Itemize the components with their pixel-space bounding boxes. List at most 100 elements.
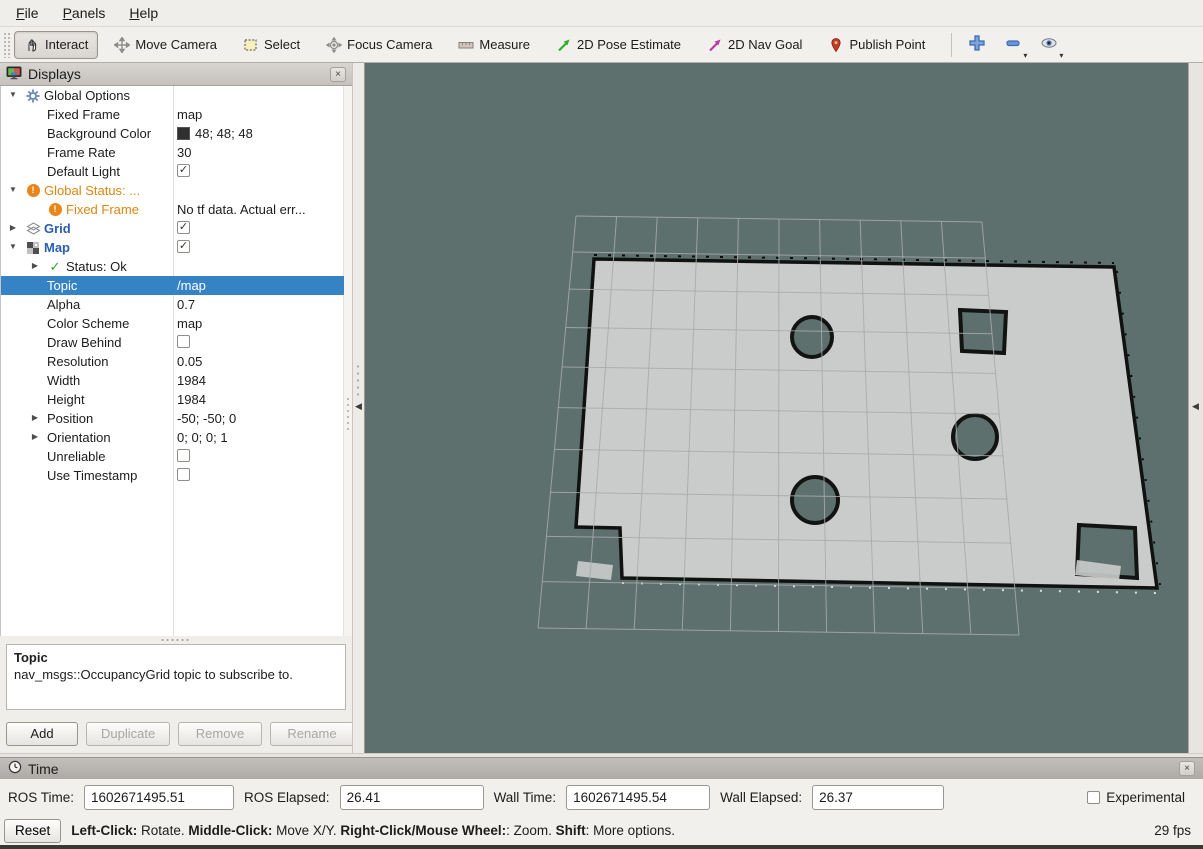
checkbox[interactable] (177, 335, 190, 348)
display-row-topic[interactable]: Topic/map (1, 276, 344, 295)
expand-arrow-icon[interactable]: ▶ (29, 261, 41, 270)
collapse-arrow-icon[interactable]: ▼ (7, 90, 19, 99)
nav-goal-arrow-icon (707, 37, 723, 53)
collapse-left-arrow-icon[interactable]: ◀ (355, 401, 362, 412)
zoom-in-button[interactable] (962, 31, 992, 59)
measure-tool-button[interactable]: Measure (448, 31, 540, 59)
property-value[interactable]: 0.05 (177, 354, 202, 369)
expand-arrow-icon[interactable]: ▶ (29, 432, 41, 441)
menu-bar: File Panels Help (0, 0, 1203, 26)
rviz-window: File Panels Help Interact Move Camera Se… (0, 0, 1203, 849)
property-value[interactable] (177, 468, 190, 481)
clock-icon (8, 760, 22, 777)
move-camera-tool-button[interactable]: Move Camera (104, 31, 227, 59)
zoom-out-button[interactable]: ▾ (998, 31, 1028, 59)
render-viewport[interactable] (365, 63, 1188, 753)
expand-arrow-icon[interactable]: ▶ (7, 223, 19, 232)
checkbox[interactable] (177, 468, 190, 481)
3d-scene-canvas[interactable] (365, 63, 1188, 753)
display-row-fixed-frame[interactable]: Fixed Framemap (1, 105, 344, 124)
display-row-frame-rate[interactable]: Frame Rate30 (1, 143, 344, 162)
interact-tool-button[interactable]: Interact (14, 31, 98, 59)
property-value[interactable]: No tf data. Actual err... (177, 202, 306, 217)
property-value[interactable]: 48; 48; 48 (177, 126, 253, 141)
rename-display-button[interactable]: Rename (270, 722, 354, 746)
visibility-button[interactable]: ▾ (1034, 31, 1064, 59)
display-row-color-scheme[interactable]: Color Schememap (1, 314, 344, 333)
property-description-box: Topic nav_msgs::OccupancyGrid topic to s… (6, 644, 346, 710)
property-value[interactable]: ✓ (177, 164, 190, 177)
pose-estimate-tool-button[interactable]: 2D Pose Estimate (546, 31, 691, 59)
publish-point-tool-button[interactable]: Publish Point (818, 31, 935, 59)
display-row-unreliable[interactable]: Unreliable (1, 447, 344, 466)
display-row-position[interactable]: ▶Position-50; -50; 0 (1, 409, 344, 428)
tool-label: Move Camera (135, 37, 217, 52)
checkbox[interactable]: ✓ (177, 164, 190, 177)
remove-display-button[interactable]: Remove (178, 722, 262, 746)
menu-panels[interactable]: Panels (51, 2, 118, 24)
display-row-grid[interactable]: ▶Grid✓ (1, 219, 344, 238)
wall-time-input[interactable] (566, 785, 710, 810)
property-value[interactable]: 1984 (177, 392, 206, 407)
display-row-status-ok[interactable]: ▶✓Status: Ok (1, 257, 344, 276)
property-name: Status: Ok (66, 259, 127, 274)
select-tool-button[interactable]: Select (233, 31, 310, 59)
menu-file[interactable]: File (4, 2, 51, 24)
property-value[interactable]: map (177, 107, 202, 122)
display-row-global-options[interactable]: ▼Global Options (1, 86, 344, 105)
tree-scrollbar[interactable] (343, 86, 352, 636)
display-row-background-color[interactable]: Background Color48; 48; 48 (1, 124, 344, 143)
panel-horizontal-splitter[interactable] (0, 636, 352, 644)
reset-button[interactable]: Reset (4, 819, 61, 843)
property-value[interactable]: 30 (177, 145, 191, 160)
display-row-alpha[interactable]: Alpha0.7 (1, 295, 344, 314)
displays-panel-titlebar[interactable]: Displays × (0, 63, 352, 86)
collapse-arrow-icon[interactable]: ▼ (7, 185, 19, 194)
toolbar-drag-handle[interactable] (3, 32, 11, 58)
property-value[interactable]: ✓ (177, 240, 190, 253)
property-value[interactable]: /map (177, 278, 206, 293)
display-row-orientation[interactable]: ▶Orientation0; 0; 0; 1 (1, 428, 344, 447)
collapse-arrow-icon[interactable]: ▼ (7, 242, 19, 251)
ros-elapsed-input[interactable] (340, 785, 484, 810)
time-panel-titlebar[interactable]: Time × (0, 757, 1203, 779)
property-value[interactable]: 0.7 (177, 297, 195, 312)
expand-arrow-icon[interactable]: ▶ (29, 413, 41, 422)
nav-goal-tool-button[interactable]: 2D Nav Goal (697, 31, 812, 59)
checkbox[interactable]: ✓ (177, 221, 190, 234)
display-row-default-light[interactable]: Default Light✓ (1, 162, 344, 181)
close-icon[interactable]: × (330, 67, 346, 82)
property-value[interactable] (177, 335, 190, 348)
gear-icon (25, 88, 41, 103)
wall-elapsed-input[interactable] (812, 785, 944, 810)
display-row-fixed-frame[interactable]: !Fixed FrameNo tf data. Actual err... (1, 200, 344, 219)
experimental-checkbox[interactable] (1087, 791, 1100, 804)
focus-camera-tool-button[interactable]: Focus Camera (316, 31, 442, 59)
left-panel-splitter[interactable]: ◀ (352, 63, 365, 753)
right-panel-splitter[interactable]: ◀ (1188, 63, 1203, 753)
display-row-width[interactable]: Width1984 (1, 371, 344, 390)
property-value[interactable]: -50; -50; 0 (177, 411, 236, 426)
close-icon[interactable]: × (1179, 761, 1195, 776)
property-value[interactable]: map (177, 316, 202, 331)
display-row-draw-behind[interactable]: Draw Behind (1, 333, 344, 352)
display-row-height[interactable]: Height1984 (1, 390, 344, 409)
display-row-global-status[interactable]: ▼!Global Status: ... (1, 181, 344, 200)
property-value[interactable] (177, 449, 190, 462)
checkbox[interactable] (177, 449, 190, 462)
ros-time-input[interactable] (84, 785, 234, 810)
checkbox[interactable]: ✓ (177, 240, 190, 253)
add-display-button[interactable]: Add (6, 722, 78, 746)
collapse-right-arrow-icon[interactable]: ◀ (1192, 401, 1199, 412)
property-value[interactable]: 1984 (177, 373, 206, 388)
display-row-use-timestamp[interactable]: Use Timestamp (1, 466, 344, 485)
menu-help[interactable]: Help (117, 2, 170, 24)
occupancy-map (576, 259, 1157, 588)
displays-monitor-icon (6, 66, 22, 83)
duplicate-display-button[interactable]: Duplicate (86, 722, 170, 746)
display-row-map[interactable]: ▼Map✓ (1, 238, 344, 257)
display-row-resolution[interactable]: Resolution0.05 (1, 352, 344, 371)
property-value[interactable]: 0; 0; 0; 1 (177, 430, 228, 445)
warning-icon: ! (25, 183, 41, 198)
property-value[interactable]: ✓ (177, 221, 190, 234)
